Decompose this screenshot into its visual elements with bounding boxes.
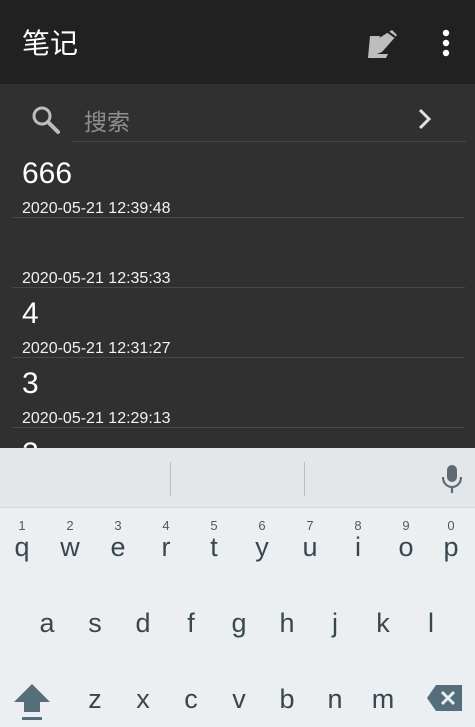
notes-list: 666 2020-05-21 12:39:48 2020-05-21 12:35… (0, 148, 475, 448)
key-w[interactable]: 2w (46, 512, 94, 570)
key-hint: 9 (402, 518, 410, 533)
key-b[interactable]: b (263, 664, 311, 722)
key-label: m (371, 684, 395, 714)
key-x[interactable]: x (119, 664, 167, 722)
key-hint: 0 (447, 518, 455, 533)
key-label: z (88, 684, 102, 714)
key-label: n (327, 684, 343, 714)
key-c[interactable]: c (167, 664, 215, 722)
key-hint: 7 (306, 518, 314, 533)
key-label: u (302, 532, 318, 562)
key-k[interactable]: k (359, 588, 407, 646)
key-p[interactable]: 0p (427, 512, 475, 570)
key-hint: 2 (66, 518, 74, 533)
search-placeholder: 搜索 (84, 110, 130, 136)
key-label: y (255, 532, 269, 562)
key-label: w (60, 532, 80, 562)
key-e[interactable]: 3e (94, 512, 142, 570)
note-item[interactable]: 666 2020-05-21 12:39:48 (12, 148, 465, 218)
key-l[interactable]: l (407, 588, 455, 646)
shift-icon[interactable] (10, 678, 54, 722)
key-label: f (187, 608, 195, 638)
key-hint: 8 (354, 518, 362, 533)
note-item[interactable]: 2020-05-21 12:35:33 (12, 218, 465, 288)
key-label: e (110, 532, 126, 562)
key-m[interactable]: m (359, 664, 407, 722)
chevron-right-icon[interactable] (414, 106, 436, 132)
overflow-menu-icon[interactable] (432, 26, 460, 60)
key-label: v (232, 684, 246, 714)
search-bar: 搜索 (0, 84, 475, 148)
key-label: r (161, 532, 171, 562)
backspace-icon[interactable] (426, 684, 464, 712)
key-u[interactable]: 7u (286, 512, 334, 570)
key-t[interactable]: 5t (190, 512, 238, 570)
key-label: b (279, 684, 295, 714)
key-d[interactable]: d (119, 588, 167, 646)
key-hint: 5 (210, 518, 218, 533)
key-label: d (135, 608, 151, 638)
key-v[interactable]: v (215, 664, 263, 722)
key-y[interactable]: 6y (238, 512, 286, 570)
key-o[interactable]: 9o (382, 512, 430, 570)
note-item[interactable]: 3 2020-05-21 12:29:13 (12, 358, 465, 428)
key-label: l (428, 608, 434, 638)
key-label: s (88, 608, 102, 638)
search-icon (32, 106, 60, 134)
key-r[interactable]: 4r (142, 512, 190, 570)
key-label: c (184, 684, 198, 714)
note-date: 2020-05-21 12:31:27 (22, 340, 171, 357)
suggestion-divider (304, 462, 305, 496)
key-a[interactable]: a (23, 588, 71, 646)
note-date: 2020-05-21 12:29:13 (22, 410, 171, 427)
key-j[interactable]: j (311, 588, 359, 646)
note-title: 666 (22, 157, 73, 190)
note-item[interactable]: 2 (12, 428, 465, 449)
key-label: h (279, 608, 295, 638)
key-label: t (210, 532, 218, 562)
key-hint: 6 (258, 518, 266, 533)
note-title: 2 (22, 438, 39, 449)
key-f[interactable]: f (167, 588, 215, 646)
app-title: 笔记 (22, 27, 79, 60)
key-label: a (39, 608, 55, 638)
key-label: g (231, 608, 247, 638)
key-hint: 4 (162, 518, 170, 533)
note-title: 4 (22, 297, 39, 330)
key-s[interactable]: s (71, 588, 119, 646)
key-g[interactable]: g (215, 588, 263, 646)
key-label: j (332, 608, 338, 638)
note-item[interactable]: 4 2020-05-21 12:31:27 (12, 288, 465, 358)
note-title: 3 (22, 367, 39, 400)
key-label: k (376, 608, 390, 638)
key-label: i (355, 532, 361, 562)
key-z[interactable]: z (71, 664, 119, 722)
key-label: o (398, 532, 414, 562)
key-n[interactable]: n (311, 664, 359, 722)
key-hint: 1 (18, 518, 26, 533)
note-date: 2020-05-21 12:39:48 (22, 200, 171, 217)
key-q[interactable]: 1q (0, 512, 46, 570)
suggestion-bar (0, 448, 475, 508)
key-label: x (136, 684, 150, 714)
key-label: q (14, 532, 30, 562)
note-date: 2020-05-21 12:35:33 (22, 270, 171, 287)
compose-icon[interactable] (366, 26, 400, 60)
search-input[interactable]: 搜索 (72, 96, 466, 142)
key-hint: 3 (114, 518, 122, 533)
key-label: p (443, 532, 459, 562)
key-i[interactable]: 8i (334, 512, 382, 570)
app-bar: 笔记 (0, 0, 475, 84)
key-h[interactable]: h (263, 588, 311, 646)
suggestion-divider (170, 462, 171, 496)
soft-keyboard: 1q 2w 3e 4r 5t 6y 7u 8i 9o 0p a s d f g … (0, 448, 475, 727)
microphone-icon[interactable] (440, 464, 464, 494)
